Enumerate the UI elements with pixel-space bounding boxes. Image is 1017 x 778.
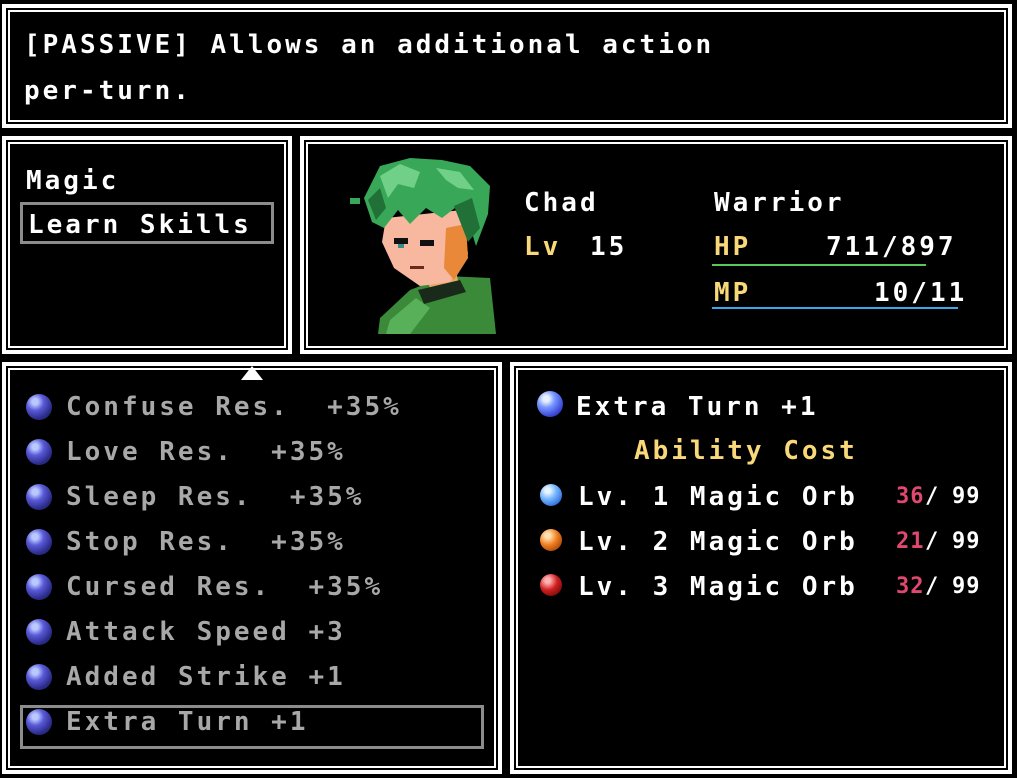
scroll-up-arrow-icon[interactable] xyxy=(241,366,263,380)
cost-item-owned: 36 xyxy=(896,484,925,509)
hp-bar xyxy=(712,264,926,266)
skill-list-item[interactable]: Sleep Res. +35% xyxy=(66,482,364,512)
description-panel xyxy=(2,4,1012,128)
mp-bar xyxy=(712,307,958,309)
cost-item-separator: / xyxy=(925,484,940,509)
level-label: Lv xyxy=(524,232,562,262)
character-portrait xyxy=(350,158,496,334)
cost-item-separator: / xyxy=(925,529,940,554)
description-line-2: per-turn. xyxy=(24,76,192,106)
skill-orb-icon xyxy=(26,439,52,465)
skill-list-item[interactable]: Love Res. +35% xyxy=(66,437,346,467)
character-name: Chad xyxy=(524,188,599,218)
hp-label: HP xyxy=(714,232,752,262)
skill-orb-icon xyxy=(26,619,52,645)
mp-label: MP xyxy=(714,278,752,308)
skill-list-item[interactable]: Attack Speed +3 xyxy=(66,617,346,647)
skill-orb-icon xyxy=(26,529,52,555)
orange-magic-orb-icon xyxy=(540,529,562,551)
cost-item-label: Lv. 1 Magic Orb xyxy=(578,482,858,512)
mp-value: 10/11 xyxy=(874,278,968,308)
cost-item-owned: 21 xyxy=(896,529,925,554)
cost-item-label: Lv. 3 Magic Orb xyxy=(578,572,858,602)
skill-list-item[interactable]: Stop Res. +35% xyxy=(66,527,346,557)
level-value: 15 xyxy=(590,232,628,262)
skill-orb-icon xyxy=(26,664,52,690)
skill-detail-panel xyxy=(510,362,1012,774)
skill-orb-icon xyxy=(26,709,52,735)
ability-cost-title: Ability Cost xyxy=(634,436,858,466)
cost-item-separator: / xyxy=(925,574,940,599)
skill-list-item[interactable]: Cursed Res. +35% xyxy=(66,572,383,602)
skill-orb-icon xyxy=(26,394,52,420)
skill-orb-icon xyxy=(537,391,563,417)
menu-item-magic[interactable]: Magic xyxy=(26,166,119,196)
skill-orb-icon xyxy=(26,574,52,600)
menu-item-learn-skills[interactable]: Learn Skills xyxy=(28,210,252,240)
skill-list-item[interactable]: Extra Turn +1 xyxy=(66,707,309,737)
blue-magic-orb-icon xyxy=(540,484,562,506)
skill-list-item[interactable]: Confuse Res. +35% xyxy=(66,392,402,422)
red-magic-orb-icon xyxy=(540,574,562,596)
cost-item-max: 99 xyxy=(952,574,981,599)
cost-item-owned: 32 xyxy=(896,574,925,599)
character-class: Warrior xyxy=(714,188,845,218)
skill-list-item[interactable]: Added Strike +1 xyxy=(66,662,346,692)
detail-skill-name: Extra Turn +1 xyxy=(576,392,819,422)
cost-item-label: Lv. 2 Magic Orb xyxy=(578,527,858,557)
skill-orb-icon xyxy=(26,484,52,510)
cost-item-max: 99 xyxy=(952,529,981,554)
cost-item-max: 99 xyxy=(952,484,981,509)
hp-value: 711/897 xyxy=(826,232,957,262)
description-line-1: [PASSIVE] Allows an additional action xyxy=(24,30,715,60)
